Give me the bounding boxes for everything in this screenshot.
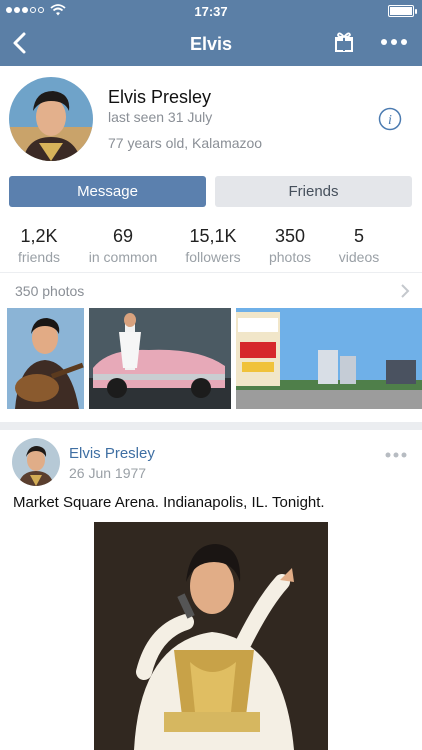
counter-value: 350	[274, 226, 306, 246]
counter-label: videos	[338, 249, 380, 265]
last-seen-text: last seen 31 July	[108, 109, 213, 125]
counter-value: 69	[112, 226, 134, 246]
post-text: Market Square Arena. Indianapolis, IL. T…	[13, 494, 325, 511]
counter-value: 1,2K	[20, 226, 58, 246]
status-time: 17:37	[194, 4, 228, 19]
photo-thumbnail[interactable]	[89, 308, 231, 409]
post-author-avatar[interactable]	[12, 438, 60, 486]
battery-icon	[388, 5, 417, 17]
profile-avatar[interactable]	[9, 77, 93, 161]
profile-card: Elvis Presley last seen 31 July 77 years…	[0, 66, 422, 422]
friends-button[interactable]: Friends	[215, 176, 412, 207]
top-bar: 17:37 Elvis	[0, 0, 422, 66]
wall-post: Elvis Presley 26 Jun 1977 Market Square …	[0, 430, 422, 750]
info-icon[interactable]: i	[378, 107, 402, 131]
counters-row: 1,2K friends 69 in common 15,1K follower…	[0, 226, 422, 266]
counter-followers[interactable]: 15,1K followers	[181, 226, 245, 265]
profile-info-text: 77 years old, Kalamazoo	[108, 135, 263, 151]
post-date: 26 Jun 1977	[69, 465, 147, 481]
counter-label: friends	[17, 249, 61, 265]
more-dots-icon[interactable]	[380, 31, 408, 53]
counter-friends[interactable]: 1,2K friends	[14, 226, 64, 265]
counter-label: in common	[88, 249, 158, 265]
post-more-icon[interactable]	[384, 450, 408, 460]
svg-text:i: i	[388, 113, 392, 128]
counter-label: photos	[268, 249, 312, 265]
counter-label: followers	[185, 249, 241, 265]
counter-value: 5	[353, 226, 364, 246]
photo-thumbnail[interactable]	[236, 308, 422, 409]
photos-count-label: 350 photos	[15, 283, 85, 299]
counter-in-common[interactable]: 69 in common	[84, 226, 162, 265]
profile-name: Elvis Presley	[108, 87, 212, 107]
page-title: Elvis	[189, 34, 233, 54]
nav-bar: Elvis	[0, 22, 422, 66]
gift-icon[interactable]	[333, 31, 355, 53]
photos-header[interactable]: 350 photos	[0, 272, 422, 308]
post-author-name[interactable]: Elvis Presley	[69, 445, 155, 462]
message-button[interactable]: Message	[9, 176, 206, 207]
photo-thumbnail[interactable]	[7, 308, 84, 409]
counter-videos[interactable]: 5 videos	[335, 226, 383, 265]
post-photo[interactable]	[94, 522, 328, 750]
counter-value: 15,1K	[189, 226, 237, 246]
status-bar: 17:37	[0, 0, 422, 22]
chevron-right-icon	[401, 284, 410, 298]
counter-photos[interactable]: 350 photos	[264, 226, 316, 265]
